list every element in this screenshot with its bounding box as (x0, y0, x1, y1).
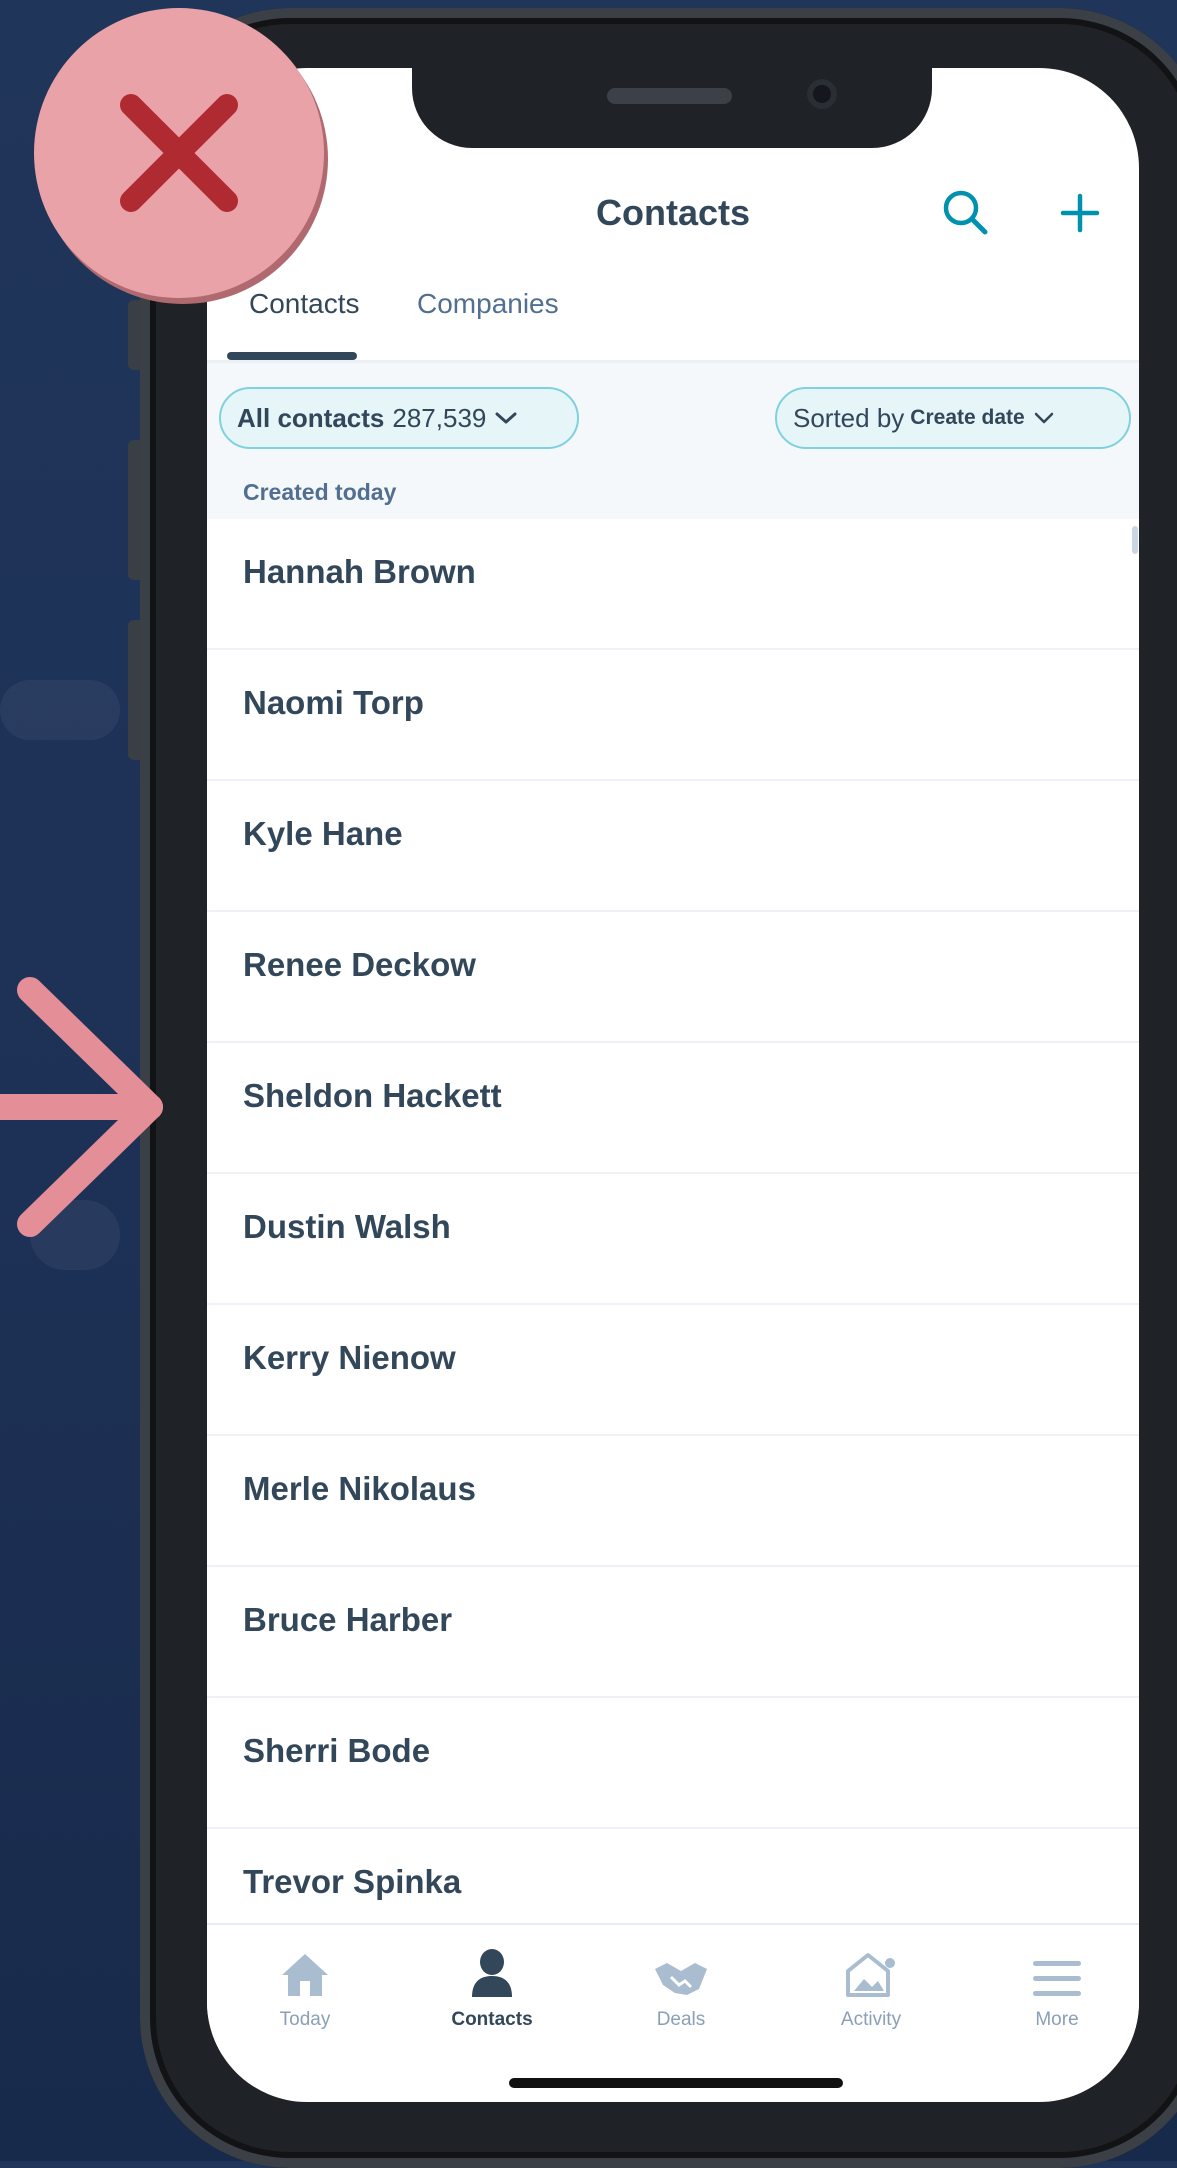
contact-row[interactable]: Naomi Torp (207, 650, 1139, 781)
contact-count: 287,539 (392, 402, 487, 433)
camera (807, 79, 837, 109)
speaker (607, 88, 732, 104)
app-screen: Contacts Contacts Companies All contacts… (207, 68, 1139, 2102)
contact-row[interactable]: Sheldon Hackett (207, 1043, 1139, 1174)
contact-row[interactable]: Bruce Harber (207, 1567, 1139, 1698)
sort-prefix: Sorted by (793, 402, 905, 433)
x-mark-icon (34, 8, 324, 298)
home-indicator (509, 2078, 843, 2088)
tab-bar-label: More (1035, 2009, 1079, 2030)
background-shape (0, 680, 120, 740)
active-tab-indicator (227, 352, 357, 360)
bottom-tab-bar: Today Contacts Deals Activity More (207, 1923, 1139, 2055)
page-title: Contacts (595, 192, 751, 233)
contact-row[interactable]: Kyle Hane (207, 781, 1139, 912)
tab-bar-more[interactable]: More (977, 1943, 1137, 2031)
contact-row[interactable]: Kerry Nienow (207, 1305, 1139, 1436)
tab-bar-label: Deals (656, 2009, 706, 2030)
segment-tabs: Contacts Companies (207, 288, 1139, 363)
sort-value: Create date (910, 406, 1025, 429)
person-icon (472, 1949, 512, 1997)
scrollbar[interactable] (1132, 526, 1138, 554)
tab-bar-contacts[interactable]: Contacts (412, 1943, 572, 2031)
activity-icon (846, 1953, 895, 1997)
tab-bar-deals[interactable]: Deals (601, 1943, 761, 2031)
add-contact-icon[interactable] (1051, 184, 1109, 242)
chevron-down-icon (1034, 412, 1053, 424)
filter-bar: All contacts 287,539 Sorted by Create da… (207, 363, 1139, 463)
contact-row[interactable]: Merle Nikolaus (207, 1436, 1139, 1567)
tab-bar-activity[interactable]: Activity (791, 1943, 951, 2031)
view-filter-label: All contacts (237, 402, 385, 433)
contact-row[interactable]: Hannah Brown (207, 519, 1139, 650)
contact-row[interactable]: Dustin Walsh (207, 1174, 1139, 1305)
menu-icon (1033, 1961, 1081, 1996)
contact-row[interactable]: Renee Deckow (207, 912, 1139, 1043)
tab-bar-label: Activity (840, 2009, 902, 2030)
tab-bar-today[interactable]: Today (225, 1943, 385, 2031)
view-filter-dropdown[interactable]: All contacts 287,539 (219, 387, 579, 449)
tab-contacts[interactable]: Contacts (249, 288, 360, 320)
handshake-icon (655, 1963, 707, 1995)
contact-list: Hannah Brown Naomi Torp Kyle Hane Renee … (207, 519, 1139, 1960)
contact-row[interactable]: Sherri Bode (207, 1698, 1139, 1829)
home-icon (282, 1954, 328, 1996)
arrow-right-icon (0, 977, 163, 1237)
phone-notch (412, 68, 932, 148)
tab-bar-label: Today (279, 2009, 331, 2030)
search-icon[interactable] (937, 184, 995, 242)
tab-companies[interactable]: Companies (417, 288, 559, 320)
sort-dropdown[interactable]: Sorted by Create date (775, 387, 1131, 449)
section-header: Created today (207, 463, 1139, 519)
tab-bar-label: Contacts (451, 2009, 533, 2030)
chevron-down-icon (495, 412, 517, 424)
